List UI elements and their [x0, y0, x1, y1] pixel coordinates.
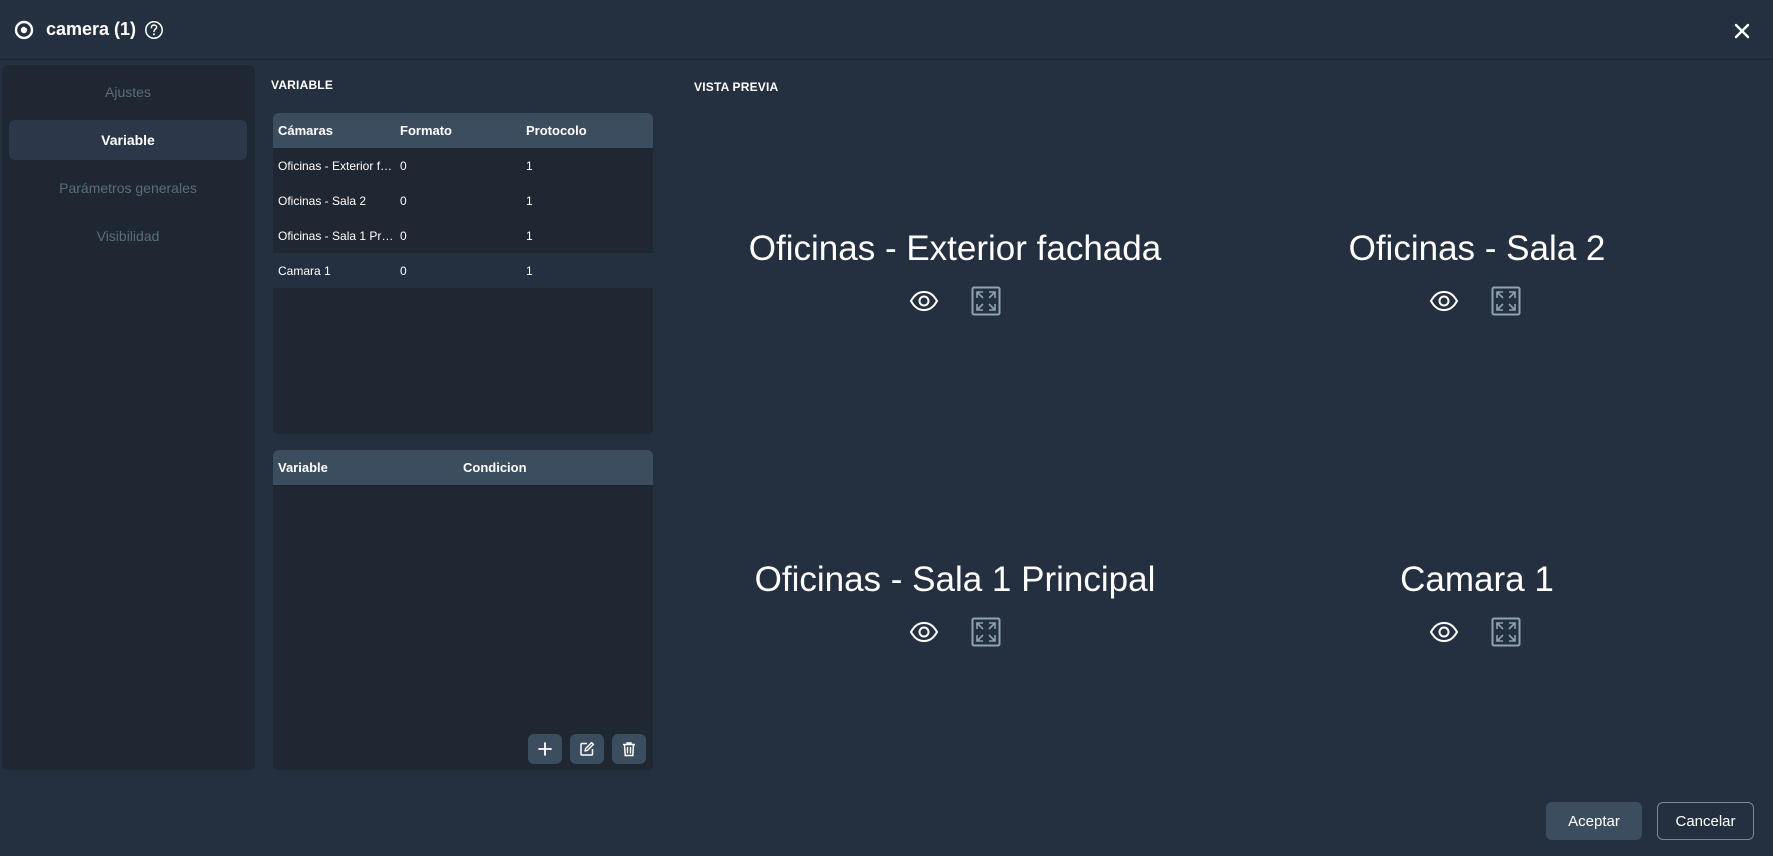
table-row-selected[interactable]: Camara 1 0 1 — [273, 253, 653, 288]
camera-tile-name: Oficinas - Sala 1 Principal — [754, 560, 1156, 599]
variable-heading: VARIABLE — [271, 78, 334, 92]
fullscreen-icon[interactable] — [1491, 286, 1521, 316]
column-header-protocolo[interactable]: Protocolo — [521, 123, 653, 138]
preview-heading: VISTA PREVIA — [694, 80, 779, 94]
format-cell: 0 — [400, 263, 407, 278]
plus-icon — [538, 742, 552, 756]
camera-tile: Oficinas - Sala 1 Principal — [694, 440, 1216, 770]
column-header-formato[interactable]: Formato — [395, 123, 521, 138]
cancel-button[interactable]: Cancelar — [1657, 802, 1754, 840]
camera-tile-name: Oficinas - Exterior fachada — [748, 229, 1162, 268]
eye-icon[interactable] — [909, 617, 939, 647]
camera-name-cell: Oficinas - Sala 1 Principal — [278, 228, 395, 243]
sidebar: Ajustes Variable Parámetros generales Vi… — [2, 65, 255, 770]
protocol-cell: 1 — [526, 158, 533, 173]
column-header-variable[interactable]: Variable — [273, 460, 458, 475]
fullscreen-icon[interactable] — [1491, 617, 1521, 647]
table-row[interactable]: Oficinas - Sala 2 0 1 — [273, 183, 653, 218]
column-header-camaras[interactable]: Cámaras — [273, 123, 395, 138]
camera-icon — [14, 20, 34, 40]
table-row[interactable]: Oficinas - Sala 1 Principal 0 1 — [273, 218, 653, 253]
format-cell: 0 — [400, 158, 407, 173]
delete-condition-button[interactable] — [612, 734, 646, 764]
format-cell: 0 — [400, 193, 407, 208]
column-header-condicion[interactable]: Condicion — [458, 460, 653, 475]
sidebar-item-visibilidad[interactable]: Visibilidad — [9, 216, 247, 256]
sidebar-item-variable[interactable]: Variable — [9, 120, 247, 160]
add-condition-button[interactable] — [528, 734, 562, 764]
conditions-table: Variable Condicion — [273, 450, 653, 770]
trash-icon — [623, 742, 635, 757]
camera-tile-name: Oficinas - Sala 2 — [1348, 229, 1606, 268]
camera-tile: Oficinas - Exterior fachada — [694, 109, 1216, 439]
eye-icon[interactable] — [909, 286, 939, 316]
conditions-table-header: Variable Condicion — [273, 450, 653, 485]
camera-name-cell: Camara 1 — [278, 263, 331, 278]
sidebar-item-parametros-generales[interactable]: Parámetros generales — [9, 168, 247, 208]
help-icon[interactable] — [144, 20, 164, 40]
close-icon[interactable] — [1732, 21, 1752, 41]
table-row[interactable]: Oficinas - Exterior fachada 0 1 — [273, 148, 653, 183]
accept-button[interactable]: Aceptar — [1546, 802, 1642, 840]
camera-name-cell: Oficinas - Exterior fachada — [278, 158, 395, 173]
protocol-cell: 1 — [526, 228, 533, 243]
title-bar: camera (1) — [0, 0, 1773, 60]
camera-preview-grid: Oficinas - Exterior fachada Oficinas - S… — [694, 109, 1738, 770]
protocol-cell: 1 — [526, 193, 533, 208]
cameras-table-header: Cámaras Formato Protocolo — [273, 113, 653, 148]
eye-icon[interactable] — [1429, 617, 1459, 647]
camera-tile: Oficinas - Sala 2 — [1216, 109, 1738, 439]
fullscreen-icon[interactable] — [971, 286, 1001, 316]
window-title: camera (1) — [46, 19, 137, 39]
camera-tile: Camara 1 — [1216, 440, 1738, 770]
fullscreen-icon[interactable] — [971, 617, 1001, 647]
sidebar-item-ajustes[interactable]: Ajustes — [9, 72, 247, 112]
eye-icon[interactable] — [1429, 286, 1459, 316]
camera-name-cell: Oficinas - Sala 2 — [278, 193, 367, 208]
edit-condition-button[interactable] — [570, 734, 604, 764]
cameras-table: Cámaras Formato Protocolo Oficinas - Ext… — [273, 113, 653, 434]
camera-tile-name: Camara 1 — [1400, 560, 1554, 599]
format-cell: 0 — [400, 228, 407, 243]
protocol-cell: 1 — [526, 263, 533, 278]
edit-icon — [580, 741, 595, 756]
